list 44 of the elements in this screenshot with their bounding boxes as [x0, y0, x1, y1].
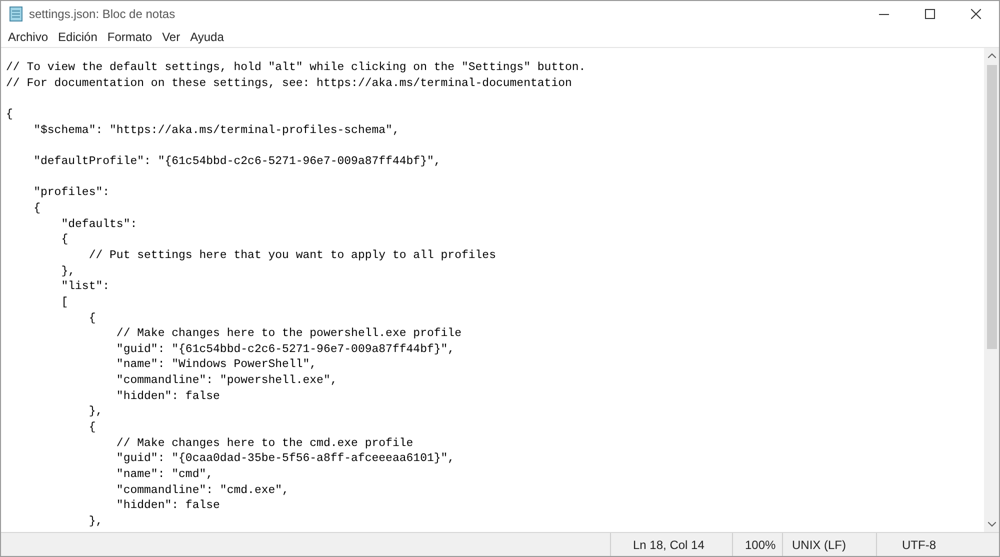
- code-line: "commandline": "cmd.exe",: [115, 482, 290, 498]
- code-line: },: [88, 514, 104, 530]
- notepad-icon: [9, 6, 23, 22]
- window-title: settings.json: Bloc de notas: [29, 6, 176, 23]
- menu-item[interactable]: Formato: [103, 28, 156, 46]
- code-line: "profiles":: [32, 185, 111, 201]
- scroll-up-icon: [988, 53, 996, 58]
- menu-item[interactable]: Archivo: [4, 28, 52, 46]
- code-line: // Put settings here that you want to apply to all profiles: [88, 248, 497, 264]
- code-line: "hidden": false: [115, 498, 221, 514]
- vertical-scrollbar[interactable]: [984, 48, 999, 532]
- code-line: // For documentation on these settings, see: https://aka.ms/terminal-documentation: [6, 76, 573, 92]
- menu-item[interactable]: Ver: [158, 28, 184, 46]
- code-line: // Make changes here to the cmd.exe profile: [115, 436, 414, 452]
- code-line: {: [6, 106, 14, 123]
- code-line: "list":: [60, 279, 111, 295]
- scrollbar-thumb[interactable]: [986, 65, 996, 349]
- close-icon: [971, 9, 981, 19]
- menu-item[interactable]: Edición: [54, 28, 102, 46]
- code-line: "hidden": false: [115, 388, 221, 404]
- code-line: {: [60, 232, 70, 248]
- zoom-level: 100%: [745, 536, 776, 554]
- code-line: "name": "cmd",: [115, 467, 214, 483]
- code-line: "defaultProfile": "{61c54bbd-c2c6-5271-96e7-009a87ff44bf}",: [32, 154, 442, 170]
- menu-item[interactable]: Ayuda: [186, 28, 228, 46]
- code-line: {: [88, 310, 97, 326]
- code-line: "$schema": "https://aka.ms/terminal-profiles-schema",: [32, 122, 400, 138]
- code-line: {: [88, 420, 97, 436]
- code-line: "guid": "{61c54bbd-c2c6-5271-96e7-009a87ff44bf}",: [115, 342, 456, 358]
- code-line: {: [32, 200, 42, 217]
- code-line: },: [60, 264, 76, 280]
- line-endings: UNIX (LF): [792, 536, 846, 554]
- code-line: [: [60, 294, 70, 310]
- code-line: "guid": "{0caa0dad-35be-5f56-a8ff-afceeeaa6101}",: [115, 451, 456, 468]
- encoding: UTF-8: [902, 536, 936, 554]
- cursor-position: Ln 18, Col 14: [633, 536, 704, 554]
- maximize-icon: [925, 9, 935, 19]
- code-line: },: [88, 404, 104, 420]
- code-line: "commandline": "powershell.exe",: [115, 373, 338, 389]
- code-line: "name": "Windows PowerShell",: [115, 357, 318, 374]
- code-line: // Make changes here to the powershell.exe profile: [115, 326, 462, 342]
- scroll-down-icon: [988, 522, 996, 527]
- code-line: // To view the default settings, hold "alt" while clicking on the "Settings" button.: [6, 60, 587, 76]
- code-line: "defaults":: [60, 216, 138, 232]
